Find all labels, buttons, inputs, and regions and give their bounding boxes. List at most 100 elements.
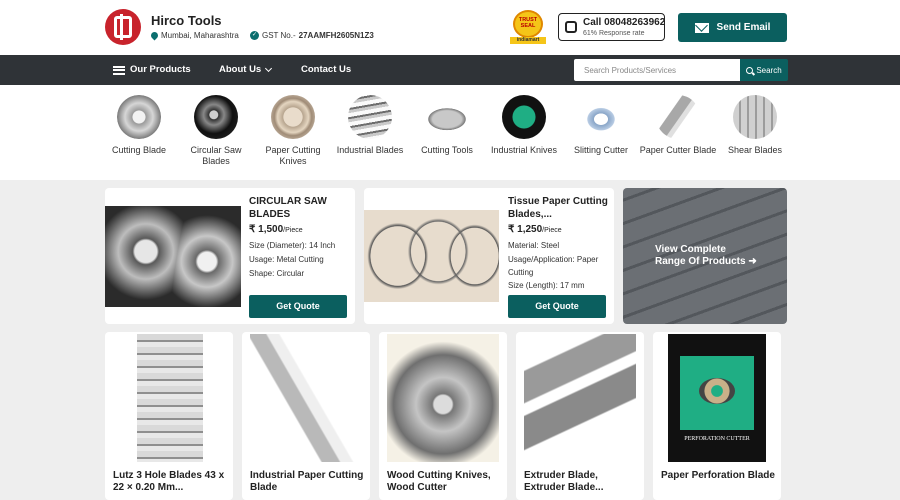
category-slitting-cutter[interactable]: Slitting Cutter xyxy=(561,95,641,156)
category-label: Slitting Cutter xyxy=(573,145,629,155)
search-button-label: Search xyxy=(756,65,782,75)
price-value: ₹ 1,250 xyxy=(508,224,543,235)
product-title[interactable]: Industrial Paper Cutting Blade xyxy=(250,470,366,494)
product-card[interactable]: PERFORATION CUTTER Paper Perforation Bla… xyxy=(653,332,781,500)
trust-seal-band: indiamart xyxy=(510,37,546,44)
nav-our-products[interactable]: Our Products xyxy=(113,55,191,85)
get-quote-button[interactable]: Get Quote xyxy=(508,295,606,318)
gst-info: ✓ GST No.- 27AAMFH2605N1Z3 xyxy=(250,31,374,40)
menu-icon xyxy=(113,65,125,75)
view-complete-range-link[interactable]: View Complete Range Of Products ➜ xyxy=(655,244,757,268)
category-label: Paper Cutting Knives xyxy=(265,145,321,166)
gst-label: GST No.- xyxy=(262,31,296,40)
company-name[interactable]: Hirco Tools xyxy=(151,13,222,28)
category-image xyxy=(117,95,161,139)
product-image[interactable]: PERFORATION CUTTER xyxy=(668,334,766,462)
product-spec: Size (Diameter): 14 Inch xyxy=(249,241,336,250)
trust-seal-badge: TRUST SEAL indiamart xyxy=(510,10,546,44)
product-image[interactable] xyxy=(524,334,636,462)
product-title[interactable]: Tissue Paper Cutting Blades,... xyxy=(508,195,608,221)
nav-about-us-label: About Us xyxy=(219,64,262,75)
price-unit: /Piece xyxy=(542,227,562,234)
product-card[interactable]: Lutz 3 Hole Blades 43 x 22 × 0.20 Mm... xyxy=(105,332,233,500)
trust-seal-line2: SEAL xyxy=(520,23,536,29)
category-industrial-blades[interactable]: Industrial Blades xyxy=(330,95,410,156)
search-button[interactable]: Search xyxy=(740,59,788,81)
view-complete-range-card[interactable]: View Complete Range Of Products ➜ xyxy=(623,188,787,324)
search-input[interactable] xyxy=(574,59,740,81)
range-line1: View Complete xyxy=(655,244,726,255)
company-location: Mumbai, Maharashtra xyxy=(149,30,239,41)
company-logo[interactable] xyxy=(105,9,141,45)
perforation-image-caption: PERFORATION CUTTER xyxy=(684,436,750,442)
category-image xyxy=(579,95,623,139)
featured-product-card[interactable]: Tissue Paper Cutting Blades,... ₹ 1,250/… xyxy=(364,188,614,324)
category-circular-saw-blades[interactable]: Circular Saw Blades xyxy=(176,95,256,167)
product-spec: Usage: Metal Cutting xyxy=(249,255,324,264)
category-paper-cutter-blade[interactable]: Paper Cutter Blade xyxy=(638,95,718,156)
phone-icon xyxy=(565,21,577,33)
product-image[interactable] xyxy=(137,334,203,462)
nav-contact-us-label: Contact Us xyxy=(301,64,352,75)
product-title[interactable]: CIRCULAR SAW BLADES xyxy=(249,195,349,221)
price-unit: /Piece xyxy=(283,227,303,234)
mail-icon xyxy=(694,22,709,33)
nav-our-products-label: Our Products xyxy=(130,64,191,75)
category-image xyxy=(733,95,777,139)
perforation-green-panel xyxy=(680,356,754,430)
call-button[interactable]: Call 08048263962 61% Response rate xyxy=(558,13,665,41)
price-value: ₹ 1,500 xyxy=(249,224,284,235)
search-icon xyxy=(746,66,754,74)
product-spec: Size (Length): 17 mm xyxy=(508,281,585,290)
product-image[interactable] xyxy=(387,334,499,462)
nav-about-us[interactable]: About Us xyxy=(219,55,273,85)
product-title[interactable]: Extruder Blade, Extruder Blade... xyxy=(524,470,640,494)
product-card[interactable]: Extruder Blade, Extruder Blade... xyxy=(516,332,644,500)
call-label: Call 08048263962 xyxy=(583,17,666,28)
category-image xyxy=(348,95,392,139)
category-label: Industrial Blades xyxy=(336,145,404,155)
product-spec: Material: Steel xyxy=(508,241,560,250)
nav-contact-us[interactable]: Contact Us xyxy=(301,55,351,85)
category-cutting-blade[interactable]: Cutting Blade xyxy=(99,95,179,156)
category-label: Shear Blades xyxy=(727,145,783,155)
product-price: ₹ 1,250/Piece xyxy=(508,224,562,235)
category-label: Cutting Tools xyxy=(421,145,473,155)
perforation-cutter-disc xyxy=(699,378,735,404)
product-price: ₹ 1,500/Piece xyxy=(249,224,303,235)
product-spec: Usage/Application: Paper Cutting xyxy=(508,255,599,277)
send-email-label: Send Email xyxy=(716,22,771,33)
product-title[interactable]: Wood Cutting Knives, Wood Cutter xyxy=(387,470,503,494)
site-header: Hirco Tools Mumbai, Maharashtra ✓ GST No… xyxy=(0,0,900,55)
product-image[interactable] xyxy=(105,206,241,307)
location-pin-icon xyxy=(149,30,160,41)
product-card[interactable]: Wood Cutting Knives, Wood Cutter xyxy=(379,332,507,500)
category-label: Industrial Knives xyxy=(490,145,558,155)
category-image xyxy=(194,95,238,139)
category-image xyxy=(502,95,546,139)
get-quote-button[interactable]: Get Quote xyxy=(249,295,347,318)
product-image[interactable] xyxy=(364,210,499,302)
category-label: Circular Saw Blades xyxy=(190,145,242,166)
category-industrial-knives[interactable]: Industrial Knives xyxy=(484,95,564,156)
category-image xyxy=(425,95,469,139)
product-card[interactable]: Industrial Paper Cutting Blade xyxy=(242,332,370,500)
product-image[interactable] xyxy=(250,334,362,462)
category-label: Cutting Blade xyxy=(111,145,167,155)
category-label: Paper Cutter Blade xyxy=(639,145,717,155)
category-cutting-tools[interactable]: Cutting Tools xyxy=(407,95,487,156)
location-text: Mumbai, Maharashtra xyxy=(161,31,239,40)
featured-product-card[interactable]: CIRCULAR SAW BLADES ₹ 1,500/Piece Size (… xyxy=(105,188,355,324)
verified-check-icon: ✓ xyxy=(250,31,259,40)
send-email-button[interactable]: Send Email xyxy=(678,13,787,42)
product-title[interactable]: Paper Perforation Blade xyxy=(661,470,777,482)
category-image xyxy=(656,95,700,139)
response-rate: 61% Response rate xyxy=(583,30,645,37)
category-strip: Cutting Blade Circular Saw Blades Paper … xyxy=(0,85,900,180)
range-line2: Range Of Products ➜ xyxy=(655,256,757,267)
gst-number: 27AAMFH2605N1Z3 xyxy=(298,31,374,40)
product-title[interactable]: Lutz 3 Hole Blades 43 x 22 × 0.20 Mm... xyxy=(113,470,229,494)
category-image xyxy=(271,95,315,139)
category-shear-blades[interactable]: Shear Blades xyxy=(715,95,795,156)
category-paper-cutting-knives[interactable]: Paper Cutting Knives xyxy=(253,95,333,167)
